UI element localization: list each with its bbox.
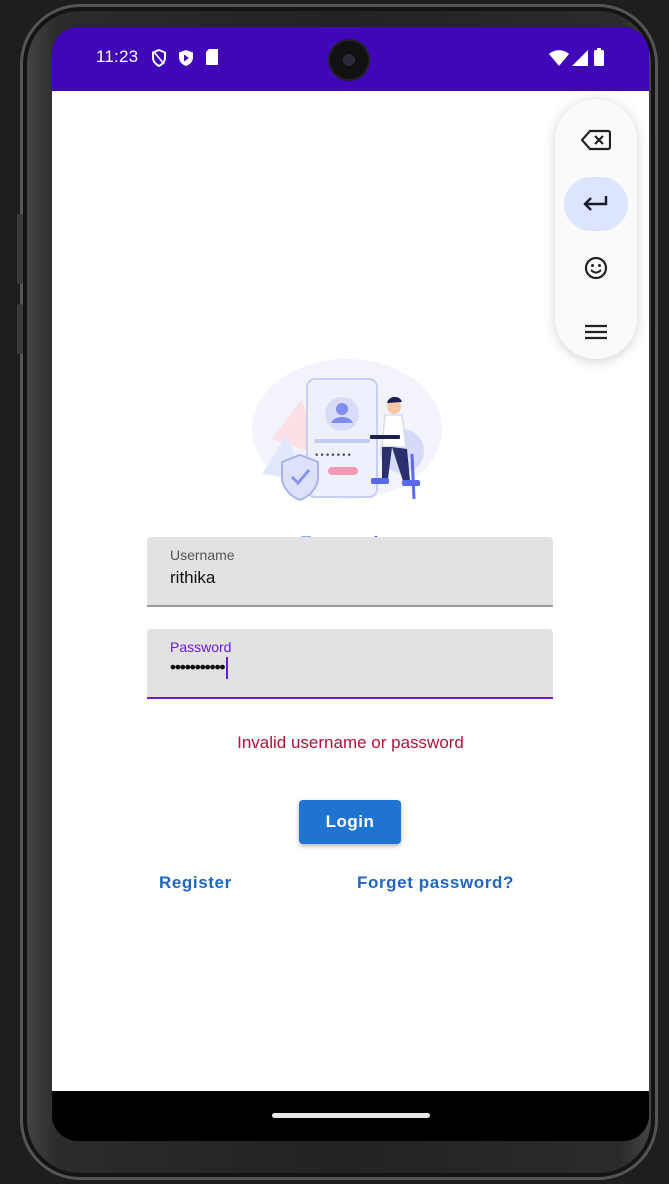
sd-card-icon — [206, 49, 218, 65]
password-value: ••••••••••• — [170, 657, 225, 677]
device-screen: 11:23 ••••••• Username rithika Password … — [52, 27, 649, 1141]
menu-button[interactable] — [564, 305, 628, 359]
backspace-button[interactable] — [564, 113, 628, 167]
login-illustration: ••••••• — [252, 359, 442, 502]
status-time: 11:23 — [96, 47, 139, 66]
backspace-icon — [581, 129, 611, 151]
emoji-button[interactable] — [564, 241, 628, 295]
login-button[interactable]: Login — [299, 800, 401, 844]
enter-button[interactable] — [564, 177, 628, 231]
play-protect-icon — [179, 50, 193, 66]
battery-icon — [594, 48, 604, 66]
username-field[interactable]: Username rithika — [147, 537, 553, 607]
login-screen: ••••••• Login Username rithika Password … — [52, 91, 649, 1091]
password-field[interactable]: Password ••••••••••• — [147, 629, 553, 699]
register-link[interactable]: Register — [159, 873, 232, 893]
password-label: Password — [170, 639, 232, 655]
signal-icon — [572, 50, 588, 66]
emoji-icon — [584, 256, 608, 280]
keyboard-floating-toolbar — [555, 99, 637, 359]
password-input[interactable]: ••••••••••• — [170, 657, 229, 679]
enter-icon — [583, 196, 608, 211]
forget-password-link[interactable]: Forget password? — [357, 873, 514, 893]
home-gesture-bar[interactable] — [272, 1113, 430, 1118]
shield-outline-icon — [152, 49, 166, 67]
status-bar: 11:23 — [52, 27, 649, 91]
username-label: Username — [170, 547, 235, 563]
volume-button — [17, 214, 23, 284]
menu-icon — [585, 324, 607, 340]
svg-text:•••••••: ••••••• — [314, 451, 352, 461]
wifi-icon — [549, 50, 569, 66]
navigation-bar — [52, 1091, 649, 1141]
username-input[interactable]: rithika — [170, 568, 215, 588]
text-cursor — [226, 657, 229, 679]
power-button — [17, 304, 23, 354]
front-camera — [330, 41, 368, 79]
error-message: Invalid username or password — [237, 733, 464, 752]
